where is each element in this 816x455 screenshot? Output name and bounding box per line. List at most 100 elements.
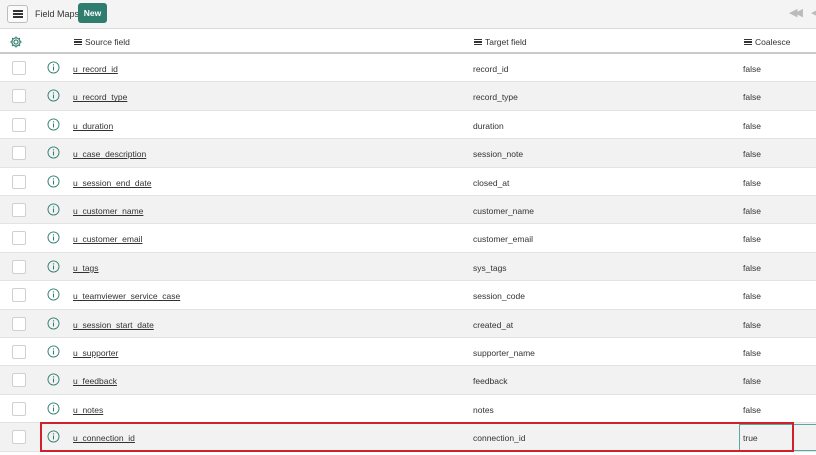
table-row[interactable]: u_tags sys_tags false	[0, 252, 816, 282]
source-field-link[interactable]: u_record_id	[73, 64, 118, 74]
row-checkbox[interactable]	[12, 231, 26, 246]
coalesce-value: false	[743, 376, 761, 387]
gear-icon[interactable]	[9, 35, 23, 49]
row-checkbox[interactable]	[12, 345, 26, 359]
coalesce-value: false	[743, 120, 761, 131]
target-field-value: customer_name	[473, 206, 534, 216]
row-checkbox[interactable]	[12, 259, 26, 274]
column-header-target-field[interactable]: Target field	[474, 37, 527, 47]
info-icon[interactable]	[47, 430, 60, 443]
row-checkbox[interactable]	[12, 316, 26, 331]
info-icon[interactable]	[47, 61, 60, 74]
target-field-value: connection_id	[473, 433, 526, 444]
target-field-value: session_code	[473, 291, 525, 302]
row-checkbox[interactable]	[12, 89, 26, 104]
row-checkbox[interactable]	[12, 174, 26, 189]
table-row[interactable]: u_session_start_date created_at false	[0, 309, 816, 338]
info-icon[interactable]	[47, 317, 60, 330]
row-checkbox[interactable]	[12, 288, 26, 303]
info-icon[interactable]	[47, 89, 60, 102]
info-icon[interactable]	[47, 231, 60, 244]
info-icon[interactable]	[47, 373, 60, 386]
table-row[interactable]: u_case_description session_note false	[0, 139, 816, 168]
list-toolbar: Field Maps New ◀◀ ◀	[0, 0, 816, 29]
target-field-value: supporter_name	[473, 348, 535, 358]
table-row[interactable]: u_record_id record_id false	[0, 54, 816, 83]
table-row[interactable]: u_record_type record_type false	[0, 82, 816, 111]
info-icon[interactable]	[47, 260, 60, 273]
coalesce-cell-focus	[739, 424, 816, 451]
column-menu-icon[interactable]	[744, 39, 752, 45]
target-field-value: sys_tags	[473, 262, 507, 273]
column-menu-icon[interactable]	[74, 39, 82, 45]
table-row[interactable]: u_feedback feedback false	[0, 366, 816, 395]
table-row[interactable]: u_duration duration false	[0, 110, 816, 140]
target-field-value: record_id	[473, 64, 509, 74]
coalesce-value: false	[743, 64, 761, 74]
source-field-link[interactable]: u_teamviewer_service_case	[73, 291, 180, 301]
hamburger-icon	[12, 10, 23, 18]
source-field-link[interactable]: u_record_type	[73, 92, 127, 102]
previous-page-icon[interactable]: ◀	[811, 6, 816, 19]
info-icon[interactable]	[47, 146, 60, 159]
target-field-value: feedback	[473, 376, 508, 387]
target-field-value: duration	[473, 120, 504, 131]
column-header-label: Source field	[85, 37, 130, 47]
source-field-link[interactable]: u_feedback	[73, 376, 117, 386]
source-field-link[interactable]: u_session_start_date	[73, 320, 154, 330]
coalesce-value: false	[743, 149, 761, 160]
source-field-link[interactable]: u_tags	[73, 263, 99, 273]
row-checkbox[interactable]	[12, 61, 26, 75]
info-icon[interactable]	[47, 288, 60, 301]
target-field-value: created_at	[473, 319, 514, 330]
target-field-value: customer_email	[473, 234, 533, 245]
table-row[interactable]: u_customer_name customer_name false	[0, 196, 816, 225]
coalesce-value: false	[743, 262, 761, 273]
table-row[interactable]: u_supporter supporter_name false	[0, 338, 816, 367]
column-menu-icon[interactable]	[474, 39, 482, 45]
row-checkbox[interactable]	[12, 117, 26, 132]
source-field-link[interactable]: u_supporter	[73, 348, 118, 358]
target-field-value: record_type	[473, 92, 518, 103]
coalesce-value: false	[743, 319, 761, 330]
info-icon[interactable]	[47, 118, 60, 131]
source-field-link[interactable]: u_duration	[73, 121, 113, 131]
row-checkbox[interactable]	[12, 203, 26, 217]
target-field-value: notes	[473, 404, 494, 415]
table-row[interactable]: u_connection_id connection_id true	[0, 423, 816, 452]
source-field-link[interactable]: u_customer_email	[73, 234, 142, 244]
coalesce-value: false	[743, 92, 761, 103]
source-field-link[interactable]: u_connection_id	[73, 433, 135, 443]
source-field-link[interactable]: u_notes	[73, 405, 103, 415]
column-header-label: Target field	[485, 37, 527, 47]
table-row[interactable]: u_teamviewer_service_case session_code fal…	[0, 281, 816, 310]
info-icon[interactable]	[47, 402, 60, 415]
info-icon[interactable]	[47, 345, 60, 358]
table-row[interactable]: u_customer_email customer_email false	[0, 224, 816, 253]
column-header-coalesce[interactable]: Coalesce	[744, 37, 790, 47]
source-field-link[interactable]: u_customer_name	[73, 206, 143, 216]
column-header-label: Coalesce	[755, 37, 791, 47]
row-checkbox[interactable]	[12, 401, 26, 416]
info-icon[interactable]	[47, 175, 60, 188]
source-field-link[interactable]: u_case_description	[73, 149, 146, 159]
column-header-source-field[interactable]: Source field	[74, 37, 130, 47]
list-menu-button[interactable]	[7, 5, 28, 23]
target-field-value: session_note	[473, 149, 524, 160]
table-header: Source field Target field Coalesce	[0, 29, 816, 54]
coalesce-value: false	[743, 404, 761, 415]
table-row[interactable]: u_session_end_date closed_at false	[0, 167, 816, 196]
table-row[interactable]: u_notes notes false	[0, 394, 816, 424]
coalesce-value: false	[743, 206, 761, 216]
new-button[interactable]: New	[78, 3, 107, 23]
info-icon[interactable]	[47, 203, 60, 216]
row-checkbox[interactable]	[12, 430, 26, 445]
first-page-icon[interactable]: ◀◀	[789, 6, 803, 19]
target-field-value: closed_at	[473, 177, 510, 188]
row-checkbox[interactable]	[12, 146, 26, 161]
source-field-link[interactable]: u_session_end_date	[73, 178, 151, 188]
row-checkbox[interactable]	[12, 373, 26, 388]
list-title: Field Maps	[35, 9, 80, 19]
coalesce-value: false	[743, 177, 761, 188]
coalesce-value: false	[743, 348, 761, 358]
